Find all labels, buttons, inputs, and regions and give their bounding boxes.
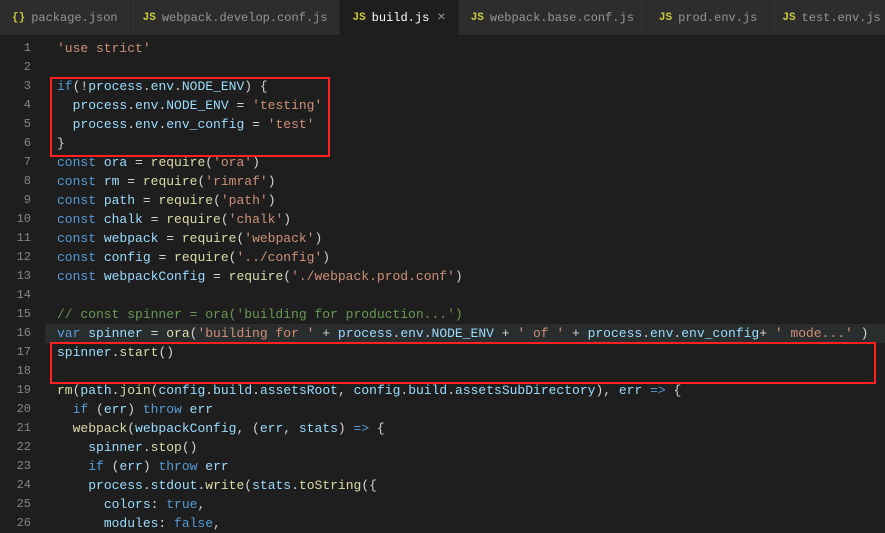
line-number: 21 xyxy=(0,419,45,438)
tab-label: prod.env.js xyxy=(678,11,757,25)
editor-tabs: {}package.jsonJSwebpack.develop.conf.jsJ… xyxy=(0,0,885,35)
json-file-icon: {} xyxy=(12,12,25,24)
code-line[interactable]: if (err) throw err xyxy=(45,457,885,476)
line-number: 24 xyxy=(0,476,45,495)
code-line[interactable]: rm(path.join(config.build.assetsRoot, co… xyxy=(45,381,885,400)
code-line[interactable]: var spinner = ora('building for ' + proc… xyxy=(45,324,885,343)
line-number: 2 xyxy=(0,58,45,77)
line-number: 10 xyxy=(0,210,45,229)
tab-label: package.json xyxy=(31,11,117,25)
line-number: 5 xyxy=(0,115,45,134)
line-number: 22 xyxy=(0,438,45,457)
tab-prod.env.js[interactable]: JS prod.env.js xyxy=(647,0,770,35)
js-file-icon: JS xyxy=(143,12,156,24)
js-file-icon: JS xyxy=(659,12,672,24)
code-line[interactable] xyxy=(45,362,885,381)
code-line[interactable]: modules: false, xyxy=(45,514,885,533)
code-line[interactable]: const webpack = require('webpack') xyxy=(45,229,885,248)
code-line[interactable] xyxy=(45,58,885,77)
editor-area: 1234567891011121314151617181920212223242… xyxy=(0,35,885,528)
js-file-icon: JS xyxy=(471,12,484,24)
tab-test.env.js[interactable]: JS test.env.js xyxy=(770,0,885,35)
code-line[interactable]: const config = require('../config') xyxy=(45,248,885,267)
line-number: 1 xyxy=(0,39,45,58)
code-line[interactable]: process.stdout.write(stats.toString({ xyxy=(45,476,885,495)
line-number: 8 xyxy=(0,172,45,191)
line-number: 6 xyxy=(0,134,45,153)
line-number: 19 xyxy=(0,381,45,400)
close-icon[interactable]: × xyxy=(437,10,445,26)
line-number: 26 xyxy=(0,514,45,533)
code-line[interactable]: // const spinner = ora('building for pro… xyxy=(45,305,885,324)
code-line[interactable]: webpack(webpackConfig, (err, stats) => { xyxy=(45,419,885,438)
code-line[interactable]: } xyxy=(45,134,885,153)
line-number: 3 xyxy=(0,77,45,96)
tab-webpack.base.conf.js[interactable]: JS webpack.base.conf.js xyxy=(459,0,647,35)
line-number: 25 xyxy=(0,495,45,514)
line-number: 11 xyxy=(0,229,45,248)
line-number: 7 xyxy=(0,153,45,172)
js-file-icon: JS xyxy=(782,12,795,24)
code-line[interactable]: 'use strict' xyxy=(45,39,885,58)
tab-label: webpack.develop.conf.js xyxy=(162,11,328,25)
line-number: 18 xyxy=(0,362,45,381)
line-number: 20 xyxy=(0,400,45,419)
line-number: 17 xyxy=(0,343,45,362)
code-line[interactable]: spinner.start() xyxy=(45,343,885,362)
line-number: 4 xyxy=(0,96,45,115)
line-number: 15 xyxy=(0,305,45,324)
code-content[interactable]: 'use strict'if(!process.env.NODE_ENV) { … xyxy=(45,35,885,528)
tab-webpack.develop.conf.js[interactable]: JS webpack.develop.conf.js xyxy=(131,0,341,35)
line-number: 16 xyxy=(0,324,45,343)
code-line[interactable]: const chalk = require('chalk') xyxy=(45,210,885,229)
tab-label: test.env.js xyxy=(802,11,881,25)
tab-label: build.js xyxy=(372,11,430,25)
tab-label: webpack.base.conf.js xyxy=(490,11,634,25)
tab-build.js[interactable]: JS build.js × xyxy=(340,0,458,35)
code-line[interactable]: if(!process.env.NODE_ENV) { xyxy=(45,77,885,96)
code-line[interactable] xyxy=(45,286,885,305)
line-number: 12 xyxy=(0,248,45,267)
line-number: 13 xyxy=(0,267,45,286)
code-line[interactable]: const webpackConfig = require('./webpack… xyxy=(45,267,885,286)
code-line[interactable]: colors: true, xyxy=(45,495,885,514)
line-number: 14 xyxy=(0,286,45,305)
tab-package.json[interactable]: {} package.json xyxy=(0,0,131,35)
js-file-icon: JS xyxy=(352,12,365,24)
code-line[interactable]: const path = require('path') xyxy=(45,191,885,210)
line-number: 23 xyxy=(0,457,45,476)
code-line[interactable]: process.env.NODE_ENV = 'testing' xyxy=(45,96,885,115)
code-line[interactable]: spinner.stop() xyxy=(45,438,885,457)
code-line[interactable]: const ora = require('ora') xyxy=(45,153,885,172)
line-numbers-gutter: 1234567891011121314151617181920212223242… xyxy=(0,35,45,528)
code-line[interactable]: process.env.env_config = 'test' xyxy=(45,115,885,134)
code-line[interactable]: if (err) throw err xyxy=(45,400,885,419)
code-line[interactable]: const rm = require('rimraf') xyxy=(45,172,885,191)
line-number: 9 xyxy=(0,191,45,210)
